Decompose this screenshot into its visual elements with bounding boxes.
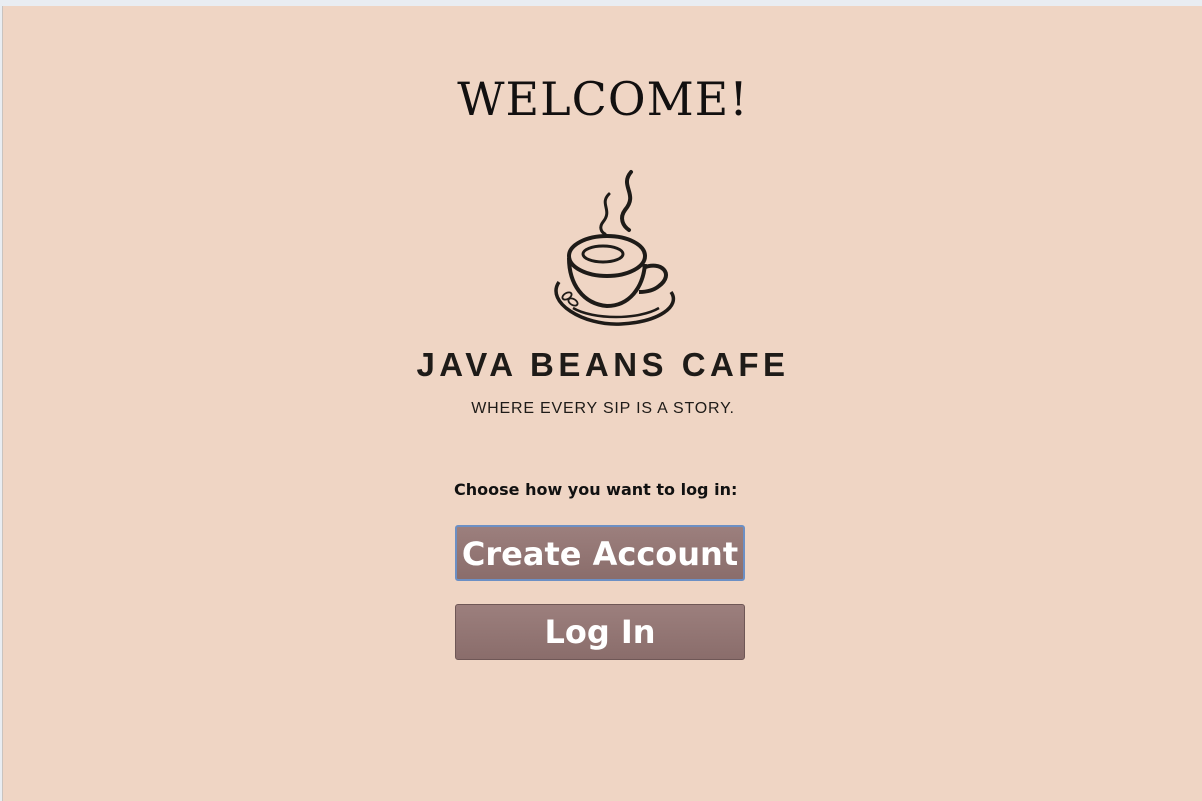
- brand-tagline: WHERE EVERY SIP IS A STORY.: [471, 400, 735, 417]
- log-in-button[interactable]: Log In: [455, 604, 745, 660]
- login-prompt: Choose how you want to log in:: [454, 480, 738, 499]
- brand-name: JAVA BEANS CAFE: [416, 346, 790, 383]
- welcome-title: WELCOME!: [457, 72, 749, 126]
- create-account-button[interactable]: Create Account: [455, 525, 745, 581]
- cafe-logo: [3, 164, 1202, 334]
- app-window: WELCOME! JAVA BEANS CAFE WHERE EVERY SIP…: [2, 6, 1202, 801]
- coffee-cup-icon: [554, 170, 676, 326]
